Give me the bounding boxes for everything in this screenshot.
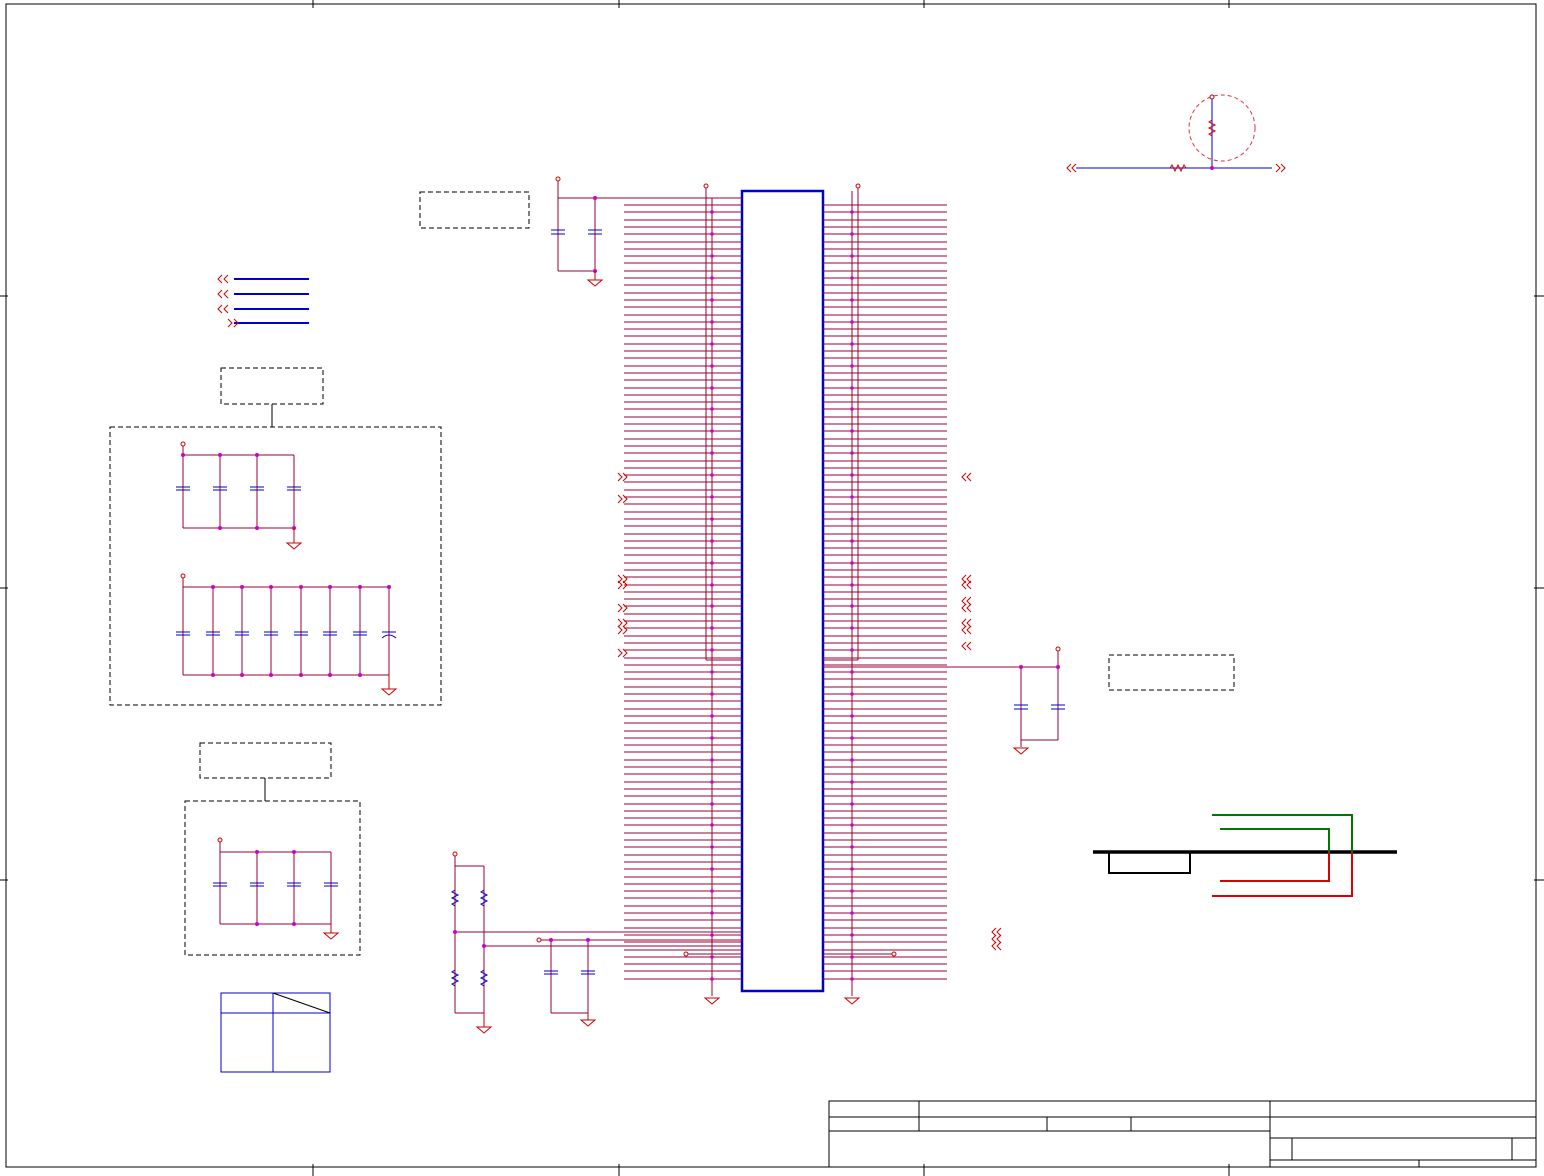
title-block xyxy=(828,1100,1537,1168)
cap-bank-group-2 xyxy=(184,800,361,956)
main-connector xyxy=(617,183,1002,1005)
legend-table xyxy=(220,992,331,1073)
cap-bank-4-lower xyxy=(213,837,340,940)
cap-bank-4 xyxy=(176,441,303,550)
cap-bank-group-1 xyxy=(109,426,442,706)
bus-detail xyxy=(1093,814,1397,897)
schematic-sheet xyxy=(0,0,1544,1176)
note-box-2 xyxy=(220,367,324,405)
note-box-1 xyxy=(419,191,530,229)
sheet-border xyxy=(0,0,1544,1176)
pullup-network xyxy=(1066,94,1286,173)
note-box-4 xyxy=(1108,654,1235,691)
note-box-3 xyxy=(199,742,332,779)
cap-bank-8 xyxy=(176,573,398,696)
left-signal-bus xyxy=(217,274,309,328)
decoupling-caps-top xyxy=(551,176,742,287)
